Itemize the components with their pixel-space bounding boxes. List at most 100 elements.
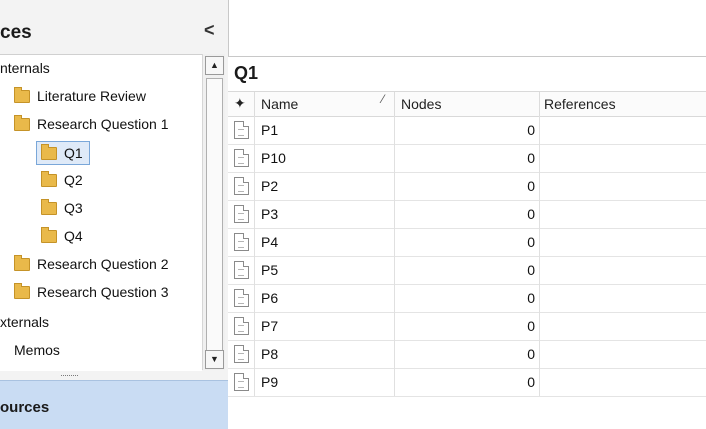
column-divider xyxy=(254,200,255,228)
folder-icon xyxy=(41,143,57,160)
column-divider xyxy=(254,228,255,256)
column-divider xyxy=(539,312,540,340)
table-row[interactable]: P1 0 xyxy=(228,116,706,145)
tree-item-q4[interactable]: Q4 xyxy=(41,225,83,247)
cell-nodes: 0 xyxy=(527,374,535,390)
folder-icon xyxy=(41,198,57,215)
table-row[interactable]: P5 0 xyxy=(228,256,706,285)
page-title: Q1 xyxy=(234,63,259,83)
tree-item-label: Q4 xyxy=(64,228,83,244)
tree-item-label: Q1 xyxy=(64,145,83,161)
sort-indicator-icon: ⁄ xyxy=(382,92,385,106)
tree-item-q2[interactable]: Q2 xyxy=(41,169,83,191)
nav-title: ces xyxy=(0,22,32,43)
document-icon xyxy=(234,177,249,195)
document-icon xyxy=(234,149,249,167)
tree-item-literature-review[interactable]: Literature Review xyxy=(14,85,146,107)
folder-icon xyxy=(41,226,57,243)
cell-name: P7 xyxy=(261,318,279,334)
document-icon xyxy=(234,121,249,139)
collapse-pane-button[interactable]: < xyxy=(204,20,215,41)
tree-item-label: Research Question 2 xyxy=(37,256,169,272)
tree-item-label: Memos xyxy=(14,342,60,358)
cell-name: P2 xyxy=(261,178,279,194)
column-header-nodes[interactable]: Nodes xyxy=(401,92,441,116)
column-divider xyxy=(254,144,255,172)
column-divider xyxy=(254,368,255,396)
pin-icon[interactable]: ✦ xyxy=(234,95,246,112)
document-icon xyxy=(234,317,249,335)
source-tree: nternals Literature Review Research Ques… xyxy=(0,54,202,371)
cell-nodes: 0 xyxy=(527,290,535,306)
column-header-row: ✦ Name ⁄ Nodes References xyxy=(228,91,706,117)
document-icon xyxy=(234,261,249,279)
list-view: Q1 ✦ Name ⁄ Nodes References P1 0 P10 0 P2 0 P… xyxy=(228,56,706,429)
scroll-thumb[interactable] xyxy=(206,78,223,352)
document-icon xyxy=(234,205,249,223)
column-divider xyxy=(539,284,540,312)
scroll-down-button[interactable]: ▼ xyxy=(205,350,224,369)
nav-footer-label: ources xyxy=(0,399,50,416)
tree-item-internals[interactable]: nternals xyxy=(0,57,50,79)
tree-item-label: xternals xyxy=(0,314,50,330)
tree-item-research-question-3[interactable]: Research Question 3 xyxy=(14,281,169,303)
scroll-up-button[interactable]: ▲ xyxy=(205,56,224,75)
folder-icon xyxy=(14,282,30,299)
column-divider xyxy=(254,256,255,284)
nav-header: ces < xyxy=(0,14,226,50)
column-divider xyxy=(539,92,540,116)
table-row[interactable]: P6 0 xyxy=(228,284,706,313)
column-header-references[interactable]: References xyxy=(544,92,616,116)
column-divider xyxy=(254,340,255,368)
tree-item-research-question-2[interactable]: Research Question 2 xyxy=(14,253,169,275)
tree-item-memos[interactable]: Memos xyxy=(14,339,60,361)
folder-icon xyxy=(14,254,30,271)
cell-name: P5 xyxy=(261,262,279,278)
folder-icon xyxy=(14,114,30,131)
splitter-grip[interactable]: ········· xyxy=(60,370,120,380)
column-divider xyxy=(254,92,255,116)
table-row[interactable]: P2 0 xyxy=(228,172,706,201)
tree-item-research-question-1[interactable]: Research Question 1 xyxy=(14,113,169,135)
table-row[interactable]: P8 0 xyxy=(228,340,706,369)
column-divider xyxy=(539,368,540,396)
cell-nodes: 0 xyxy=(527,122,535,138)
cell-name: P4 xyxy=(261,234,279,250)
tree-item-q1[interactable]: Q1 xyxy=(36,141,90,165)
tree-item-label: Literature Review xyxy=(37,88,146,104)
column-divider xyxy=(539,256,540,284)
cell-nodes: 0 xyxy=(527,150,535,166)
tree-item-label: Q2 xyxy=(64,172,83,188)
cell-name: P10 xyxy=(261,150,286,166)
table-row[interactable]: P7 0 xyxy=(228,312,706,341)
document-icon xyxy=(234,233,249,251)
tree-item-externals[interactable]: xternals xyxy=(0,311,49,333)
table-row[interactable]: P4 0 xyxy=(228,228,706,257)
column-divider xyxy=(254,312,255,340)
column-header-name[interactable]: Name xyxy=(261,92,298,116)
cell-nodes: 0 xyxy=(527,234,535,250)
folder-icon xyxy=(14,86,30,103)
column-divider xyxy=(394,92,395,116)
tree-scrollbar[interactable]: ▲ ▼ xyxy=(202,54,225,370)
cell-nodes: 0 xyxy=(527,318,535,334)
navigation-pane: ces < nternals Literature Review Researc… xyxy=(0,0,229,429)
column-divider xyxy=(539,116,540,144)
table-row[interactable]: P3 0 xyxy=(228,200,706,229)
cell-name: P1 xyxy=(261,122,279,138)
column-divider xyxy=(539,340,540,368)
document-icon xyxy=(234,373,249,391)
cell-nodes: 0 xyxy=(527,178,535,194)
column-divider xyxy=(254,172,255,200)
table-row[interactable]: P10 0 xyxy=(228,144,706,173)
document-icon xyxy=(234,345,249,363)
nav-footer-sources-button[interactable]: ources xyxy=(0,380,228,429)
column-divider xyxy=(539,228,540,256)
table-row[interactable]: P9 0 xyxy=(228,368,706,397)
cell-nodes: 0 xyxy=(527,346,535,362)
folder-icon xyxy=(41,170,57,187)
column-divider xyxy=(539,200,540,228)
cell-nodes: 0 xyxy=(527,206,535,222)
tree-item-q3[interactable]: Q3 xyxy=(41,197,83,219)
tree-item-label: nternals xyxy=(0,60,50,76)
